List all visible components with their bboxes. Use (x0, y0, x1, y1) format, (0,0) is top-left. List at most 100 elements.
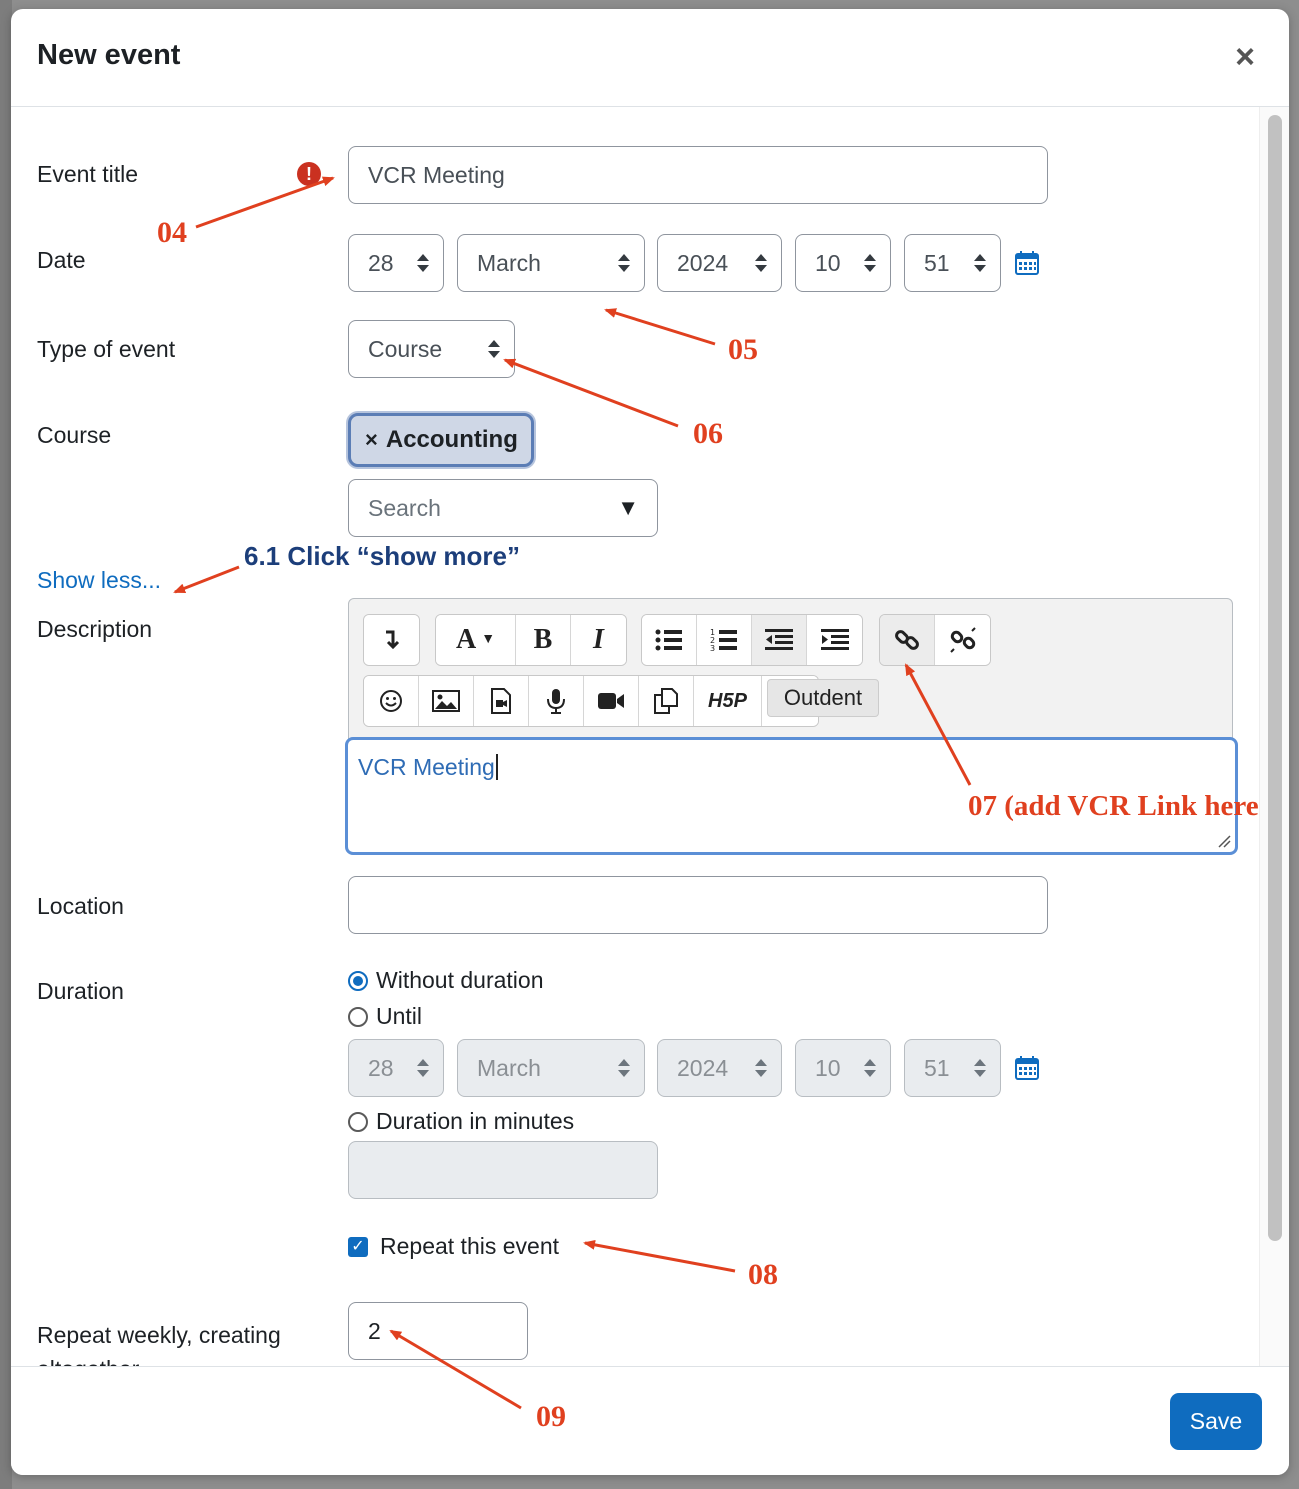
radio-duration-minutes[interactable] (348, 1111, 368, 1132)
until-hour-select[interactable]: 10 (795, 1039, 891, 1097)
course-label: Course (37, 422, 112, 448)
outdent-tooltip: Outdent (767, 679, 879, 717)
repeat-weekly-label: Repeat weekly, creating altogether (37, 1322, 281, 1367)
duration-minutes-input[interactable] (348, 1141, 658, 1199)
collapse-icon[interactable] (364, 615, 419, 665)
until-year-value: 2024 (677, 1054, 729, 1081)
calendar-icon[interactable] (1014, 250, 1040, 276)
select-caret-icon (755, 254, 767, 272)
select-caret-icon (755, 1059, 767, 1077)
toolbar-group-text: A ▼ B I (435, 614, 627, 666)
annotation-05: 05 (728, 333, 758, 366)
annotation-09: 09 (536, 1400, 566, 1433)
emoji-icon[interactable] (364, 676, 419, 726)
course-search-placeholder: Search (368, 494, 441, 521)
save-button[interactable]: Save (1170, 1393, 1262, 1450)
scrollbar-thumb[interactable] (1268, 115, 1282, 1241)
media-icon[interactable] (474, 676, 529, 726)
course-search-input[interactable]: Search ▼ (348, 479, 658, 537)
repeat-event-row[interactable]: ✓ Repeat this event (348, 1233, 559, 1260)
annotation-6-1: 6.1 Click “show more” (244, 541, 520, 571)
toolbar-group-media: H5P (363, 675, 819, 727)
type-of-event-label: Type of event (37, 336, 176, 362)
toolbar-group-lists: 123 (641, 614, 863, 666)
repeat-label: Repeat this event (380, 1233, 560, 1259)
date-day-select[interactable]: 28 (348, 234, 444, 292)
toolbar-group-links (879, 614, 991, 666)
select-caret-icon (417, 254, 429, 272)
bold-icon[interactable]: B (516, 615, 571, 665)
location-label: Location (37, 893, 124, 919)
duration-minutes-label: Duration in minutes (376, 1108, 575, 1134)
font-style-icon[interactable]: A ▼ (436, 615, 516, 665)
until-month-value: March (477, 1054, 541, 1081)
select-caret-icon (417, 1059, 429, 1077)
duration-option-without[interactable]: Without duration (348, 967, 543, 994)
resize-handle-icon[interactable] (1217, 834, 1231, 848)
record-audio-icon[interactable] (529, 676, 584, 726)
date-year-select[interactable]: 2024 (657, 234, 782, 292)
until-minute-select[interactable]: 51 (904, 1039, 1001, 1097)
h5p-icon[interactable]: H5P (694, 676, 762, 726)
date-month-select[interactable]: March (457, 234, 645, 292)
unlink-icon[interactable] (935, 615, 990, 665)
repeat-count-input[interactable]: 2 (348, 1302, 528, 1360)
date-minute-select[interactable]: 51 (904, 234, 1001, 292)
select-caret-icon (974, 1059, 986, 1077)
until-calendar-icon[interactable] (1014, 1055, 1040, 1081)
duration-option-minutes[interactable]: Duration in minutes (348, 1108, 574, 1135)
indent-icon[interactable] (807, 615, 862, 665)
image-icon[interactable] (419, 676, 474, 726)
until-day-select[interactable]: 28 (348, 1039, 444, 1097)
remove-chip-icon[interactable]: × (365, 427, 378, 453)
new-event-modal: New event × Event title ! VCR Meeting Da… (11, 9, 1289, 1475)
scrollbar[interactable] (1259, 107, 1289, 1367)
select-caret-icon (864, 1059, 876, 1077)
radio-without-duration[interactable] (348, 970, 368, 991)
date-hour-select[interactable]: 10 (795, 234, 891, 292)
annotation-04: 04 (157, 216, 187, 249)
location-input[interactable] (348, 876, 1048, 934)
outdent-icon[interactable] (752, 615, 807, 665)
duration-label: Duration (37, 978, 124, 1004)
until-year-select[interactable]: 2024 (657, 1039, 782, 1097)
toolbar-group-collapse (363, 614, 420, 666)
until-label: Until (376, 1003, 423, 1029)
date-day-value: 28 (368, 249, 394, 276)
repeat-checkbox[interactable]: ✓ (348, 1236, 368, 1257)
course-chip-accounting[interactable]: × Accounting (348, 413, 534, 467)
select-caret-icon (618, 1059, 630, 1077)
annotation-06: 06 (693, 417, 723, 450)
description-content: VCR Meeting (358, 754, 495, 780)
modal-title: New event (37, 39, 181, 71)
type-of-event-select[interactable]: Course (348, 320, 515, 378)
duration-option-until[interactable]: Until (348, 1003, 422, 1030)
annotation-07: 07 (add VCR Link here (968, 790, 1259, 822)
course-chip-label: Accounting (385, 426, 518, 453)
unordered-list-icon[interactable] (642, 615, 697, 665)
radio-until[interactable] (348, 1006, 368, 1027)
dropdown-arrow-icon[interactable]: ▼ (617, 495, 639, 521)
date-month-value: March (477, 249, 541, 276)
italic-icon[interactable]: I (571, 615, 626, 665)
show-less-link[interactable]: Show less... (37, 567, 161, 594)
description-label: Description (37, 616, 153, 642)
until-minute-value: 51 (924, 1054, 950, 1081)
record-video-icon[interactable] (584, 676, 639, 726)
until-day-value: 28 (368, 1054, 394, 1081)
date-year-value: 2024 (677, 249, 729, 276)
select-caret-icon (974, 254, 986, 272)
select-caret-icon (618, 254, 630, 272)
close-button[interactable]: × (1231, 40, 1259, 74)
without-duration-label: Without duration (376, 967, 544, 993)
manage-files-icon[interactable] (639, 676, 694, 726)
text-cursor (495, 754, 498, 780)
event-title-input[interactable]: VCR Meeting (348, 146, 1048, 204)
until-month-select[interactable]: March (457, 1039, 645, 1097)
type-of-event-value: Course (368, 335, 443, 362)
ordered-list-icon[interactable]: 123 (697, 615, 752, 665)
modal-body: Event title ! VCR Meeting Date 28 March … (11, 107, 1259, 1367)
event-title-label: Event title (37, 161, 138, 187)
link-icon[interactable] (880, 615, 935, 665)
select-caret-icon (488, 340, 500, 358)
